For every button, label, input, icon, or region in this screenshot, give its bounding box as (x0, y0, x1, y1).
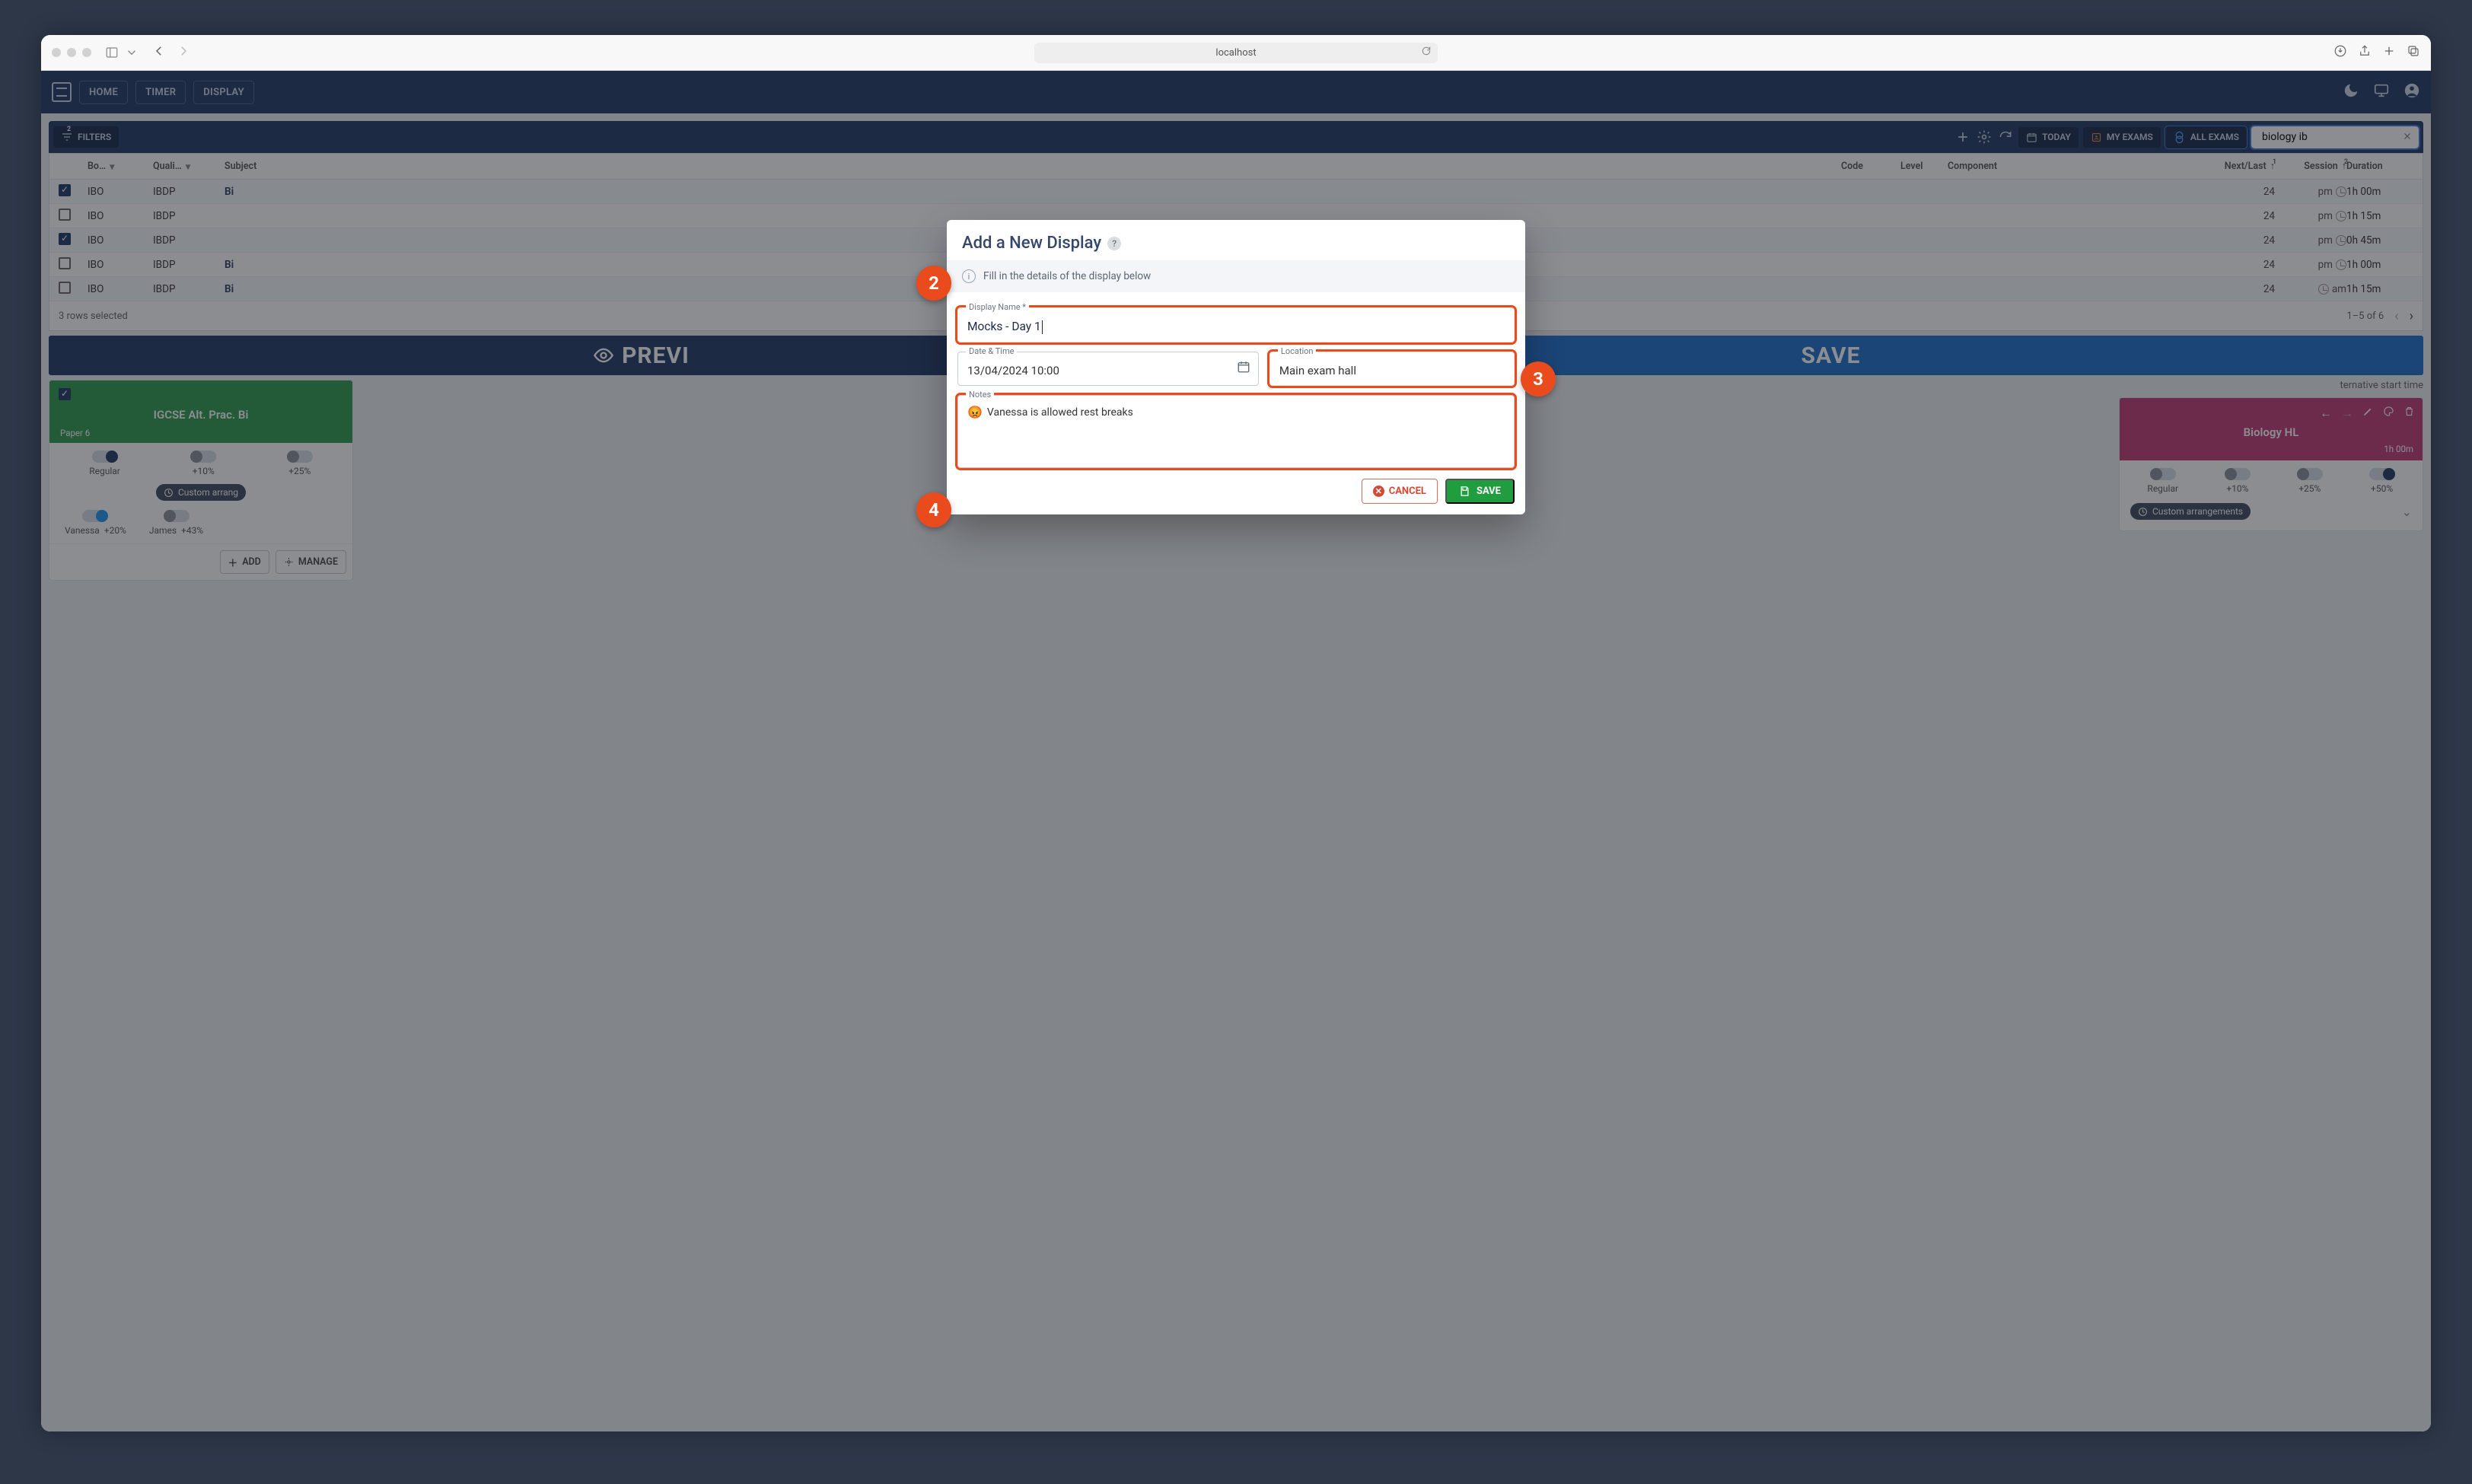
location-input[interactable] (1279, 364, 1505, 377)
callout-4: 4 (916, 492, 951, 527)
callout-3: 3 (1521, 361, 1556, 396)
save-button[interactable]: SAVE (1445, 479, 1515, 504)
modal-title: Add a New Display ? (947, 220, 1525, 260)
modal-overlay: Add a New Display ? i Fill in the detail… (41, 71, 2431, 1431)
app: HOME TIMER DISPLAY 2 FILTERS (41, 71, 2431, 1431)
sidebar-toggle[interactable] (105, 46, 139, 59)
display-name-field[interactable]: Display Name * Mocks - Day 1 (957, 307, 1515, 342)
save-icon (1459, 486, 1470, 497)
info-icon: i (962, 269, 976, 283)
chevron-down-icon[interactable] (125, 46, 139, 59)
modal-actions: ✕ CANCEL SAVE (947, 479, 1525, 514)
datetime-field[interactable]: Date & Time 13/04/2024 10:00 (957, 352, 1259, 386)
browser-nav (152, 44, 190, 61)
browser-chrome: localhost (41, 35, 2431, 71)
traffic-lights[interactable] (52, 48, 91, 57)
datetime-value: 13/04/2024 10:00 (967, 364, 1059, 377)
modal-body: Display Name * Mocks - Day 1 Date & Time… (947, 292, 1525, 479)
emoji-icon: 😡 (967, 406, 983, 419)
share-icon[interactable] (2358, 44, 2372, 61)
modal-strip: i Fill in the details of the display bel… (947, 260, 1525, 292)
plus-icon[interactable] (2382, 44, 2396, 61)
chrome-right (2333, 44, 2420, 61)
forward-button[interactable] (177, 44, 190, 61)
url-text: localhost (1215, 47, 1256, 59)
calendar-icon[interactable] (1237, 360, 1250, 377)
close-icon: ✕ (1373, 486, 1384, 497)
back-button[interactable] (152, 44, 166, 61)
url-bar[interactable]: localhost (1034, 43, 1438, 63)
cancel-button[interactable]: ✕ CANCEL (1362, 479, 1438, 504)
callout-2: 2 (916, 266, 951, 301)
reload-icon[interactable] (1421, 46, 1432, 59)
location-field[interactable]: Location (1269, 352, 1515, 386)
display-name-input[interactable]: Mocks - Day 1 (967, 320, 1043, 333)
notes-text: Vanessa is allowed rest breaks (987, 406, 1133, 419)
browser-window: localhost HOME TIMER DISPLAY (41, 35, 2431, 1431)
help-icon[interactable]: ? (1107, 237, 1121, 250)
tabs-icon[interactable] (2407, 44, 2420, 61)
add-display-modal: Add a New Display ? i Fill in the detail… (947, 220, 1525, 514)
notes-field[interactable]: Notes 😡 Vanessa is allowed rest breaks (957, 395, 1515, 468)
download-icon[interactable] (2333, 44, 2347, 61)
